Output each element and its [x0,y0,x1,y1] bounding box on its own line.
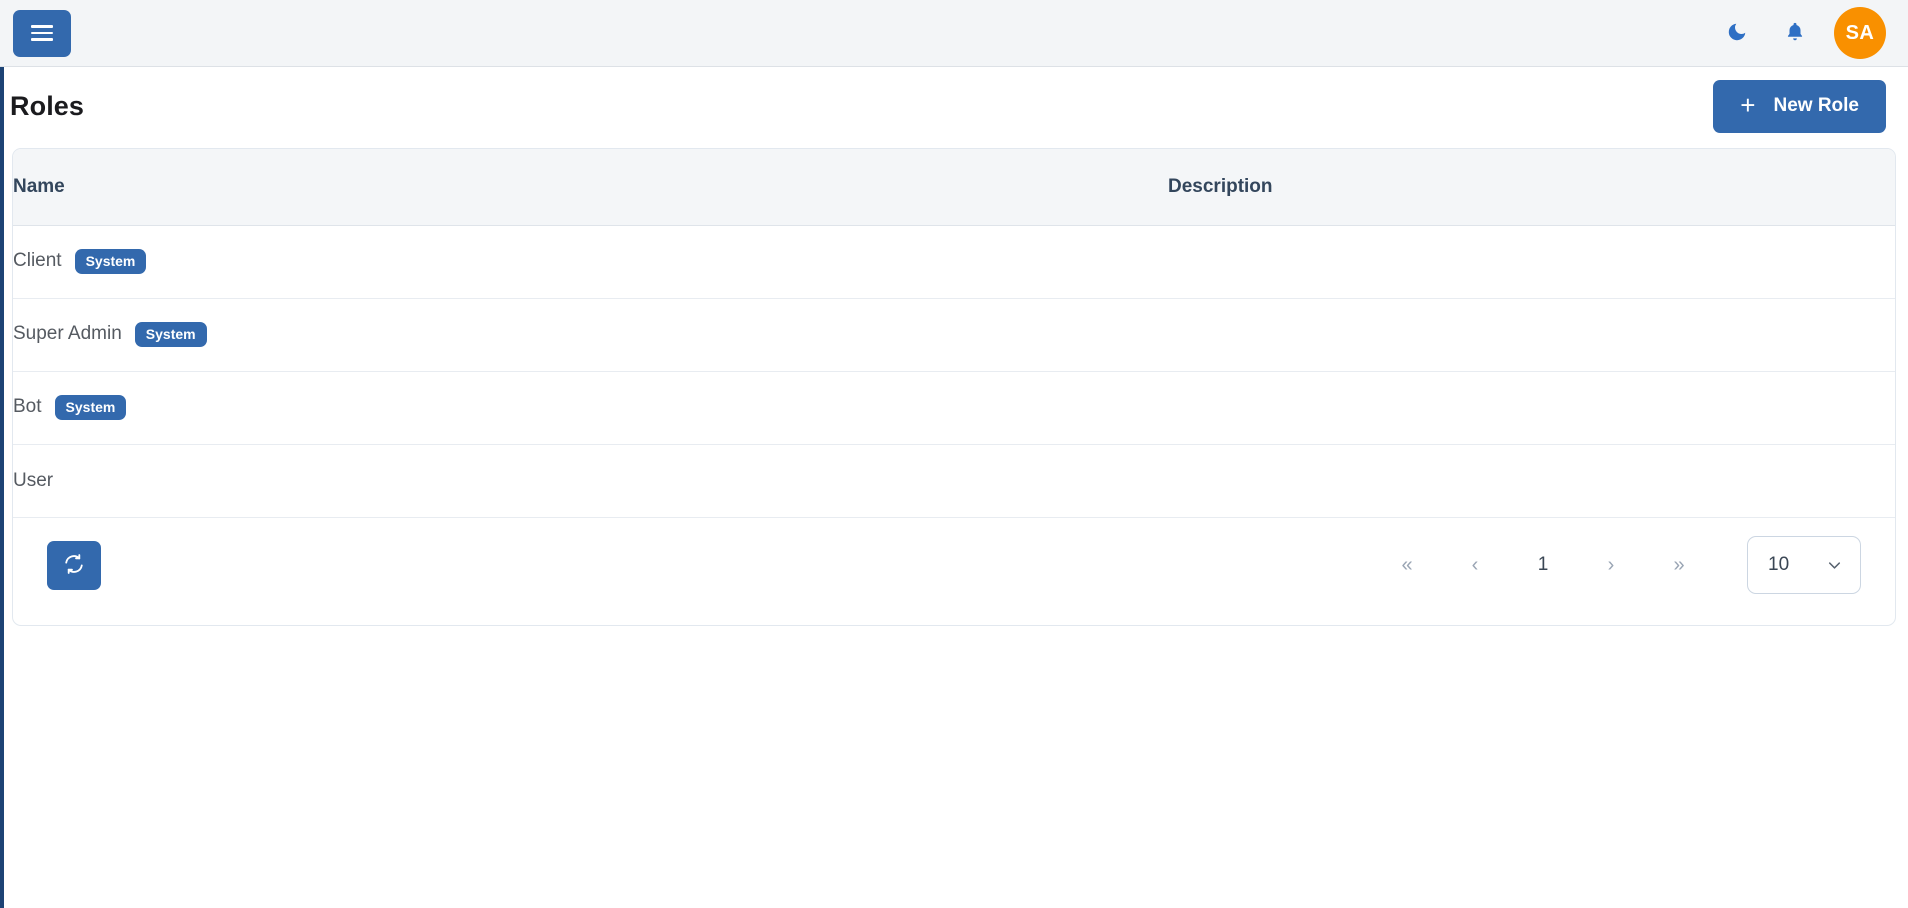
user-avatar[interactable]: SA [1834,7,1886,59]
table-footer: « ‹ 1 › » 10 [13,518,1895,613]
refresh-button[interactable] [47,541,101,590]
menu-toggle-button[interactable] [13,10,71,57]
cell-name: Client System [13,225,1168,298]
topbar-actions: SA [1708,7,1886,59]
bell-icon [1784,21,1806,46]
table-header-row: Name Description [13,149,1895,225]
system-badge: System [55,395,127,420]
hamburger-icon [31,21,53,45]
topbar: SA [0,0,1908,67]
system-badge: System [135,322,207,347]
role-name: Bot [13,396,42,418]
role-name-wrap: Super Admin System [13,322,1168,347]
pagination-prev-button[interactable]: ‹ [1441,543,1509,587]
cell-name: Super Admin System [13,298,1168,371]
role-name-wrap: Bot System [13,395,1168,420]
roles-table: Name Description Client System [13,149,1895,518]
app-root: SA Roles + New Role Name Description [0,0,1908,908]
pagination-last-button[interactable]: » [1645,543,1713,587]
cell-name: Bot System [13,371,1168,444]
notifications-button[interactable] [1766,8,1824,58]
moon-icon [1726,21,1748,46]
table-row[interactable]: User [13,444,1895,517]
table-row[interactable]: Super Admin System [13,298,1895,371]
cell-description [1168,298,1895,371]
role-name: User [13,470,53,492]
new-role-button[interactable]: + New Role [1713,80,1886,133]
table-row[interactable]: Bot System [13,371,1895,444]
column-header-name[interactable]: Name [13,149,1168,225]
role-name-wrap: User [13,470,1168,492]
page-header: Roles + New Role [0,67,1908,145]
column-header-description[interactable]: Description [1168,149,1895,225]
role-name-wrap: Client System [13,249,1168,274]
pagination: « ‹ 1 › » 10 [1373,536,1861,594]
page-size-value: 10 [1768,554,1789,576]
refresh-icon [63,553,85,578]
pagination-next-button[interactable]: › [1577,543,1645,587]
dark-mode-toggle-button[interactable] [1708,8,1766,58]
page-title: Roles [10,91,84,122]
pagination-page-1[interactable]: 1 [1509,543,1577,587]
cell-description [1168,371,1895,444]
table-head: Name Description [13,149,1895,225]
system-badge: System [75,249,147,274]
table-row[interactable]: Client System [13,225,1895,298]
page-size-select[interactable]: 10 [1747,536,1861,594]
roles-card: Name Description Client System [12,148,1896,626]
new-role-button-label: New Role [1773,95,1859,117]
role-name: Super Admin [13,323,122,345]
cell-name: User [13,444,1168,517]
chevron-down-icon [1825,556,1844,575]
cell-description [1168,225,1895,298]
cell-description [1168,444,1895,517]
role-name: Client [13,250,62,272]
pagination-first-button[interactable]: « [1373,543,1441,587]
plus-icon: + [1740,92,1755,118]
table-body: Client System Super Admin System [13,225,1895,517]
collapsed-sidebar-rail [0,67,4,908]
